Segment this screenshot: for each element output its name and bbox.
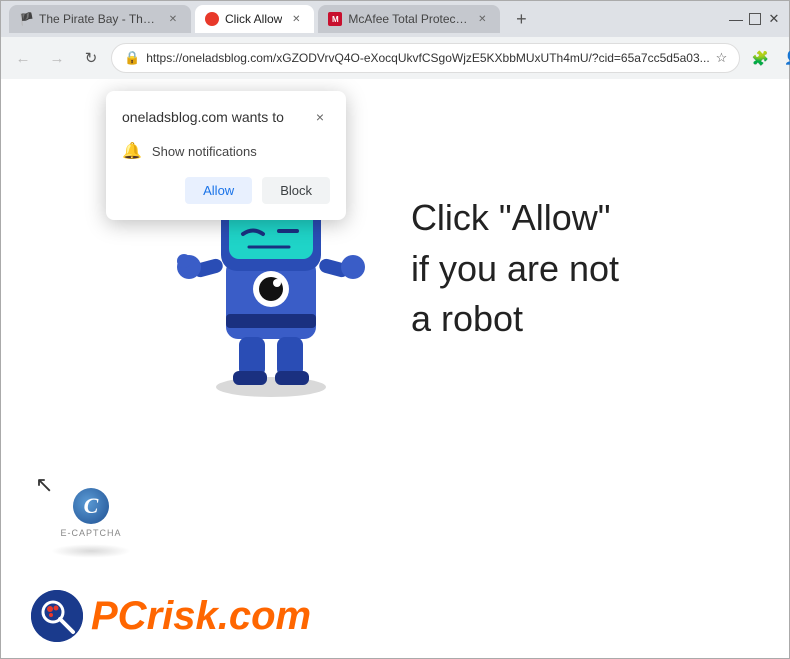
popup-close-button[interactable]: × xyxy=(310,107,330,127)
browser-menu-extensions[interactable]: 🧩 xyxy=(746,44,774,72)
text-line-2: if you are not xyxy=(411,244,619,294)
navigation-bar: ← → ↻ 🔒 https://oneladsblog.com/xGZODVrv… xyxy=(1,37,789,79)
tab-pirate-label: The Pirate Bay - The galaxy's m... xyxy=(39,12,159,26)
mcafee-favicon: M xyxy=(328,12,342,26)
pcrisk-text: PCrisk.com xyxy=(91,594,311,639)
title-bar: 🏴 The Pirate Bay - The galaxy's m... ✕ C… xyxy=(1,1,789,37)
text-line-3: a robot xyxy=(411,294,619,344)
tab-clickallow-close[interactable]: ✕ xyxy=(288,11,304,27)
minimize-button[interactable]: — xyxy=(729,12,743,26)
popup-permission-text: Show notifications xyxy=(152,144,257,159)
nav-right-icons: 🧩 👤 ⋮ xyxy=(746,44,790,72)
pcrisk-pc: PC xyxy=(91,594,147,638)
reload-button[interactable]: ↻ xyxy=(77,44,105,72)
url-text: https://oneladsblog.com/xGZODVrvQ4O-eXoc… xyxy=(146,51,709,65)
window-controls: — ✕ xyxy=(729,12,781,26)
notification-popup: oneladsblog.com wants to × 🔔 Show notifi… xyxy=(106,91,346,220)
maximize-button[interactable] xyxy=(749,13,761,25)
pcrisk-risk: risk.com xyxy=(147,594,312,638)
popup-title: oneladsblog.com wants to xyxy=(122,109,284,125)
popup-header: oneladsblog.com wants to × xyxy=(122,107,330,127)
tab-mcafee-close[interactable]: ✕ xyxy=(474,11,490,27)
profile-button[interactable]: 👤 xyxy=(778,44,790,72)
tab-click-allow[interactable]: Click Allow ✕ xyxy=(195,5,314,33)
pcrisk-logo: PCrisk.com xyxy=(31,590,311,642)
forward-button[interactable]: → xyxy=(43,44,71,72)
tab-clickallow-label: Click Allow xyxy=(225,12,282,26)
close-button[interactable]: ✕ xyxy=(767,12,781,26)
popup-permission-row: 🔔 Show notifications xyxy=(122,141,330,161)
mouse-cursor: ↖ xyxy=(35,472,53,498)
tab-mcafee-label: McAfee Total Protection xyxy=(348,12,468,26)
tab-pirate-close[interactable]: ✕ xyxy=(165,11,181,27)
back-button[interactable]: ← xyxy=(9,44,37,72)
ecaptcha-logo: C xyxy=(73,488,109,524)
bookmark-icon[interactable]: ☆ xyxy=(716,50,728,66)
pirate-favicon: 🏴 xyxy=(19,12,33,26)
click-allow-text: Click "Allow" if you are not a robot xyxy=(411,193,619,344)
text-line-1: Click "Allow" xyxy=(411,193,619,243)
popup-buttons: Allow Block xyxy=(122,177,330,204)
tab-pirate-bay[interactable]: 🏴 The Pirate Bay - The galaxy's m... ✕ xyxy=(9,5,191,33)
ecaptcha-letter: C xyxy=(84,493,99,519)
page-content: oneladsblog.com wants to × 🔔 Show notifi… xyxy=(1,79,789,658)
bell-icon: 🔔 xyxy=(122,141,142,161)
ecaptcha-shadow xyxy=(51,544,131,558)
new-tab-button[interactable]: + xyxy=(508,6,534,32)
pcrisk-icon xyxy=(31,590,83,642)
browser-frame: 🏴 The Pirate Bay - The galaxy's m... ✕ C… xyxy=(0,0,790,659)
lock-icon: 🔒 xyxy=(124,50,140,66)
block-button[interactable]: Block xyxy=(262,177,330,204)
tab-mcafee[interactable]: M McAfee Total Protection ✕ xyxy=(318,5,500,33)
clickallow-favicon xyxy=(205,12,219,26)
address-bar[interactable]: 🔒 https://oneladsblog.com/xGZODVrvQ4O-eX… xyxy=(111,43,740,73)
ecaptcha-area: C E-CAPTCHA xyxy=(51,488,131,558)
allow-button[interactable]: Allow xyxy=(185,177,252,204)
ecaptcha-label: E-CAPTCHA xyxy=(60,528,121,538)
